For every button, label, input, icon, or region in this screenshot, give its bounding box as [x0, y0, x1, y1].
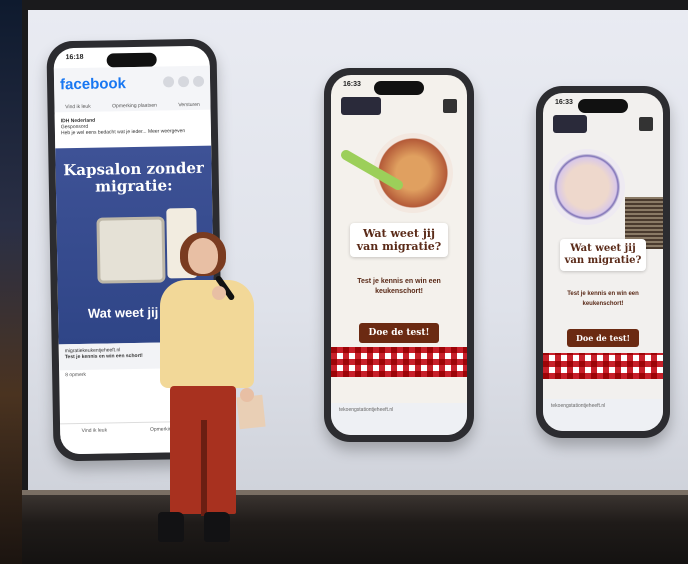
phone-notch — [374, 81, 424, 95]
gingham-tablecloth — [543, 353, 663, 379]
kapsalon-tray-image — [96, 216, 166, 284]
gingham-tablecloth — [331, 347, 467, 377]
left-edge-backdrop — [0, 0, 22, 564]
phone-screen: 16:33 Wat weet jij van migratie? Test je… — [331, 75, 467, 435]
facebook-header: facebook Vind ik leuk Opmerking plaatsen… — [53, 65, 211, 113]
menu-icon[interactable] — [443, 99, 457, 113]
plus-icon[interactable] — [162, 76, 175, 88]
speaker-hand-notes — [240, 388, 254, 402]
status-time: 16:18 — [65, 53, 84, 62]
comment-action[interactable]: Opmerking plaatsen — [112, 103, 157, 110]
browser-url-bar[interactable]: tekoengstationtjeheeft.nl — [331, 403, 467, 435]
quiz-subtitle: Test je kennis en win een keukenschort! — [357, 278, 441, 295]
bottom-like[interactable]: Vind ik leuk — [82, 428, 108, 434]
ad-title: Kapsalon zonder migratie: — [63, 158, 205, 196]
browser-url-bar[interactable]: tekoengstationtjeheeft.nl — [543, 399, 663, 431]
facebook-action-row: Vind ik leuk Opmerking plaatsen Versture… — [54, 102, 210, 111]
facebook-header-icons — [162, 75, 205, 88]
phone-notch — [106, 52, 157, 68]
status-time: 16:33 — [555, 99, 573, 106]
do-test-button[interactable]: Doe de test! — [567, 329, 639, 347]
share-action[interactable]: Versturen — [178, 102, 200, 108]
menu-icon[interactable] — [639, 117, 653, 131]
stage-floor — [22, 495, 688, 564]
left-boot — [158, 512, 184, 542]
quiz-subtitle: Test je kennis en win een keukenschort! — [567, 291, 639, 307]
right-boot — [204, 512, 230, 542]
speaker-sweater — [160, 280, 254, 388]
messenger-icon[interactable] — [192, 75, 205, 87]
like-action[interactable]: Vind ik leuk — [65, 104, 91, 110]
pants-leg-gap — [201, 420, 207, 516]
url-text: tekoengstationtjeheeft.nl — [339, 407, 394, 413]
status-time: 16:33 — [343, 81, 361, 88]
post-text: Heb je wel eens bedacht wat je ieder... … — [60, 128, 186, 137]
search-icon[interactable] — [177, 76, 190, 88]
site-logo[interactable] — [553, 115, 587, 133]
phone-notch — [578, 99, 628, 113]
quiz-headline: Wat weet jij van migratie? — [559, 239, 647, 271]
quiz-headline: Wat weet jij van migratie? — [350, 223, 448, 257]
phone-screen: 16:33 Wat weet jij van migratie? Test je… — [543, 93, 663, 431]
speaker-face — [188, 238, 218, 274]
dumpling-plate-image — [549, 149, 625, 225]
site-logo[interactable] — [341, 97, 381, 115]
facebook-logo: facebook — [59, 75, 127, 94]
projection-screen: 16:18 facebook Vind ik leuk Opmerking pl… — [28, 10, 688, 502]
phone-mockup-quiz-2: 16:33 Wat weet jij van migratie? Test je… — [536, 86, 670, 438]
phone-mockup-quiz-1: 16:33 Wat weet jij van migratie? Test je… — [324, 68, 474, 442]
speaker-hand-mic — [212, 286, 226, 300]
comments-count: 8 opmerk — [65, 371, 87, 379]
facebook-post-header: IDH Nederland Gesponsord Heb je wel eens… — [54, 111, 212, 149]
do-test-button[interactable]: Doe de test! — [359, 323, 439, 343]
url-text: tekoengstationtjeheeft.nl — [551, 403, 606, 409]
